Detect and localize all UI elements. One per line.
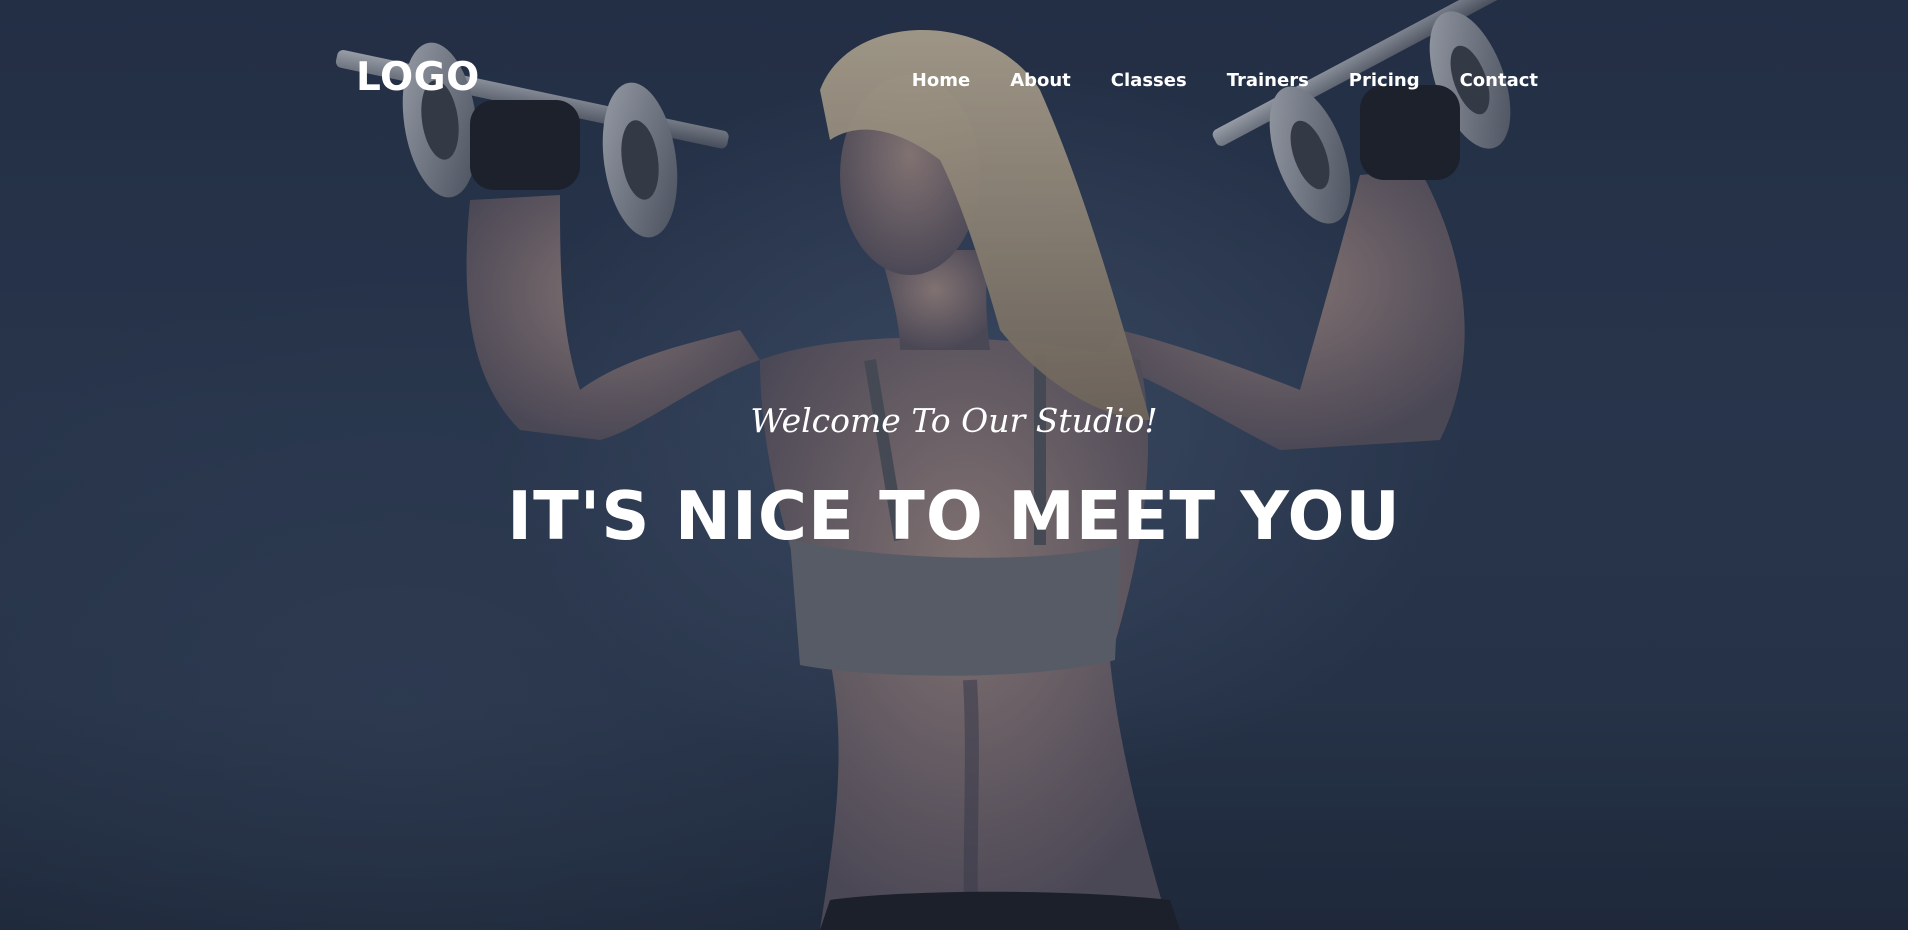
nav-item-about: About bbox=[990, 70, 1091, 92]
navbar: LOGO Home About Classes Trainers Pricing… bbox=[0, 0, 1908, 165]
hero-text: Welcome To Our Studio! IT'S NICE TO MEET… bbox=[0, 396, 1908, 556]
main-nav: Home About Classes Trainers Pricing Cont… bbox=[892, 70, 1538, 92]
nav-link-trainers[interactable]: Trainers bbox=[1207, 70, 1329, 92]
nav-item-home: Home bbox=[892, 70, 990, 92]
nav-link-home[interactable]: Home bbox=[892, 70, 990, 92]
nav-link-about[interactable]: About bbox=[990, 70, 1091, 92]
hero-heading: IT'S NICE TO MEET YOU bbox=[507, 477, 1401, 555]
nav-item-trainers: Trainers bbox=[1207, 70, 1329, 92]
hero-section: LOGO Home About Classes Trainers Pricing… bbox=[0, 0, 1908, 930]
nav-item-contact: Contact bbox=[1440, 70, 1538, 92]
site-logo[interactable]: LOGO bbox=[356, 58, 480, 97]
nav-item-pricing: Pricing bbox=[1329, 70, 1440, 92]
nav-item-classes: Classes bbox=[1091, 70, 1207, 92]
nav-link-pricing[interactable]: Pricing bbox=[1329, 70, 1440, 92]
nav-link-classes[interactable]: Classes bbox=[1091, 70, 1207, 92]
nav-link-contact[interactable]: Contact bbox=[1440, 70, 1538, 92]
hero-subheading: Welcome To Our Studio! bbox=[750, 401, 1158, 440]
